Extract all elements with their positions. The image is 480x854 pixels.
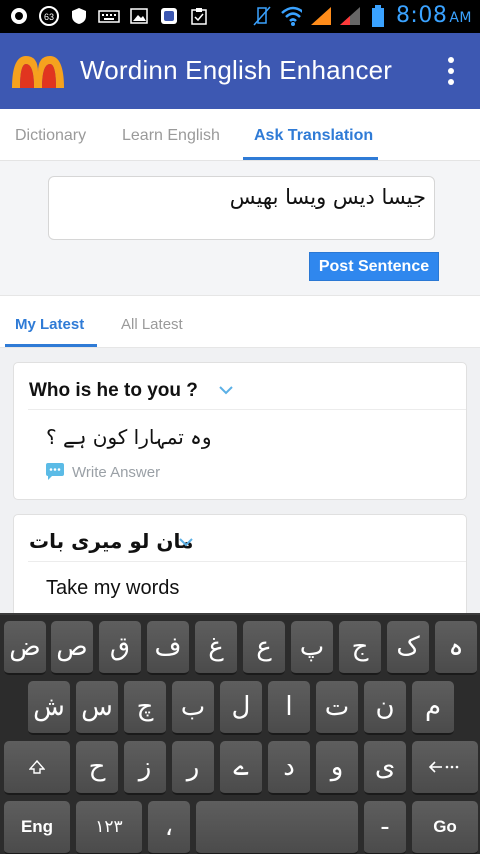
question-card[interactable]: مان لو میری بات Take my words xyxy=(13,514,467,613)
key[interactable]: ح xyxy=(76,741,118,795)
tab-all-latest[interactable]: All Latest xyxy=(121,316,183,333)
key[interactable]: ع xyxy=(243,621,285,675)
key[interactable]: ش xyxy=(28,681,70,735)
key[interactable]: ص xyxy=(51,621,93,675)
active-tab-indicator xyxy=(243,157,378,160)
key[interactable]: پ xyxy=(291,621,333,675)
main-tabs: Dictionary Learn English Ask Translation xyxy=(0,109,480,161)
key[interactable]: ت xyxy=(316,681,358,735)
dash-key[interactable]: - xyxy=(364,801,406,854)
post-sentence-button[interactable]: Post Sentence xyxy=(309,252,439,281)
card-divider xyxy=(28,409,466,410)
backspace-key[interactable] xyxy=(412,741,478,795)
battery-icon xyxy=(367,4,389,27)
status-bar: 63 8:08 AM xyxy=(0,0,480,33)
key[interactable]: ی xyxy=(364,741,406,795)
key[interactable]: ز xyxy=(124,741,166,795)
wifi-icon xyxy=(280,5,302,27)
notification-count-icon: 63 xyxy=(38,5,60,27)
go-key[interactable]: Go xyxy=(412,801,478,854)
notification-count: 63 xyxy=(44,12,54,22)
key[interactable]: ف xyxy=(147,621,189,675)
question-card[interactable]: Who is he to you ? وہ تمہارا کون ہے ؟ Wr… xyxy=(13,362,467,500)
tab-dictionary[interactable]: Dictionary xyxy=(15,127,86,145)
image-icon xyxy=(128,5,150,27)
clock: 8:08 AM xyxy=(396,3,472,28)
key[interactable]: غ xyxy=(195,621,237,675)
tab-my-latest[interactable]: My Latest xyxy=(15,316,84,333)
key[interactable]: ج xyxy=(339,621,381,675)
key[interactable]: ر xyxy=(172,741,214,795)
chevron-down-icon[interactable] xyxy=(219,385,233,395)
key[interactable]: د xyxy=(268,741,310,795)
write-answer-label: Write Answer xyxy=(72,463,161,481)
key[interactable]: ہ xyxy=(435,621,477,675)
backspace-icon xyxy=(428,761,459,773)
write-answer-button[interactable]: Write Answer xyxy=(44,463,160,481)
card-divider xyxy=(28,561,466,562)
question-title: Who is he to you ? xyxy=(29,380,198,401)
clock-time: 8:08 xyxy=(395,3,448,28)
opera-icon xyxy=(8,5,30,27)
keyboard-icon xyxy=(98,5,120,27)
app-logo-icon xyxy=(10,52,66,90)
question-title: مان لو میری بات xyxy=(29,529,194,553)
key[interactable]: ق xyxy=(99,621,141,675)
active-subtab-indicator xyxy=(5,344,97,347)
sentence-input[interactable]: جیسا دیس ویسا بھیس xyxy=(48,176,435,240)
app-title: Wordinn English Enhancer xyxy=(80,55,393,85)
vibrate-icon xyxy=(251,5,273,27)
key[interactable]: ب xyxy=(172,681,214,735)
clipboard-icon xyxy=(188,5,210,27)
numbers-key[interactable]: ۱۲۳ xyxy=(76,801,142,854)
tab-ask-translation[interactable]: Ask Translation xyxy=(254,127,373,145)
answer-text: Take my words xyxy=(46,577,180,599)
signal-icon-1 xyxy=(309,5,331,27)
urdu-keyboard: ض ص ق ف غ ع پ ج ک ہ ش س چ ب ل ا ت ن م ح … xyxy=(0,613,480,854)
clock-ampm: AM xyxy=(449,10,472,26)
shift-icon xyxy=(29,760,45,774)
signal-icon-2 xyxy=(338,5,360,27)
ask-translation-panel: جیسا دیس ویسا بھیس Post Sentence xyxy=(0,161,480,295)
chevron-down-icon[interactable] xyxy=(179,537,193,547)
key[interactable]: ن xyxy=(364,681,406,735)
tab-learn-english[interactable]: Learn English xyxy=(122,127,220,145)
comma-key[interactable]: ، xyxy=(148,801,190,854)
key[interactable]: س xyxy=(76,681,118,735)
english-switch-key[interactable]: Eng xyxy=(4,801,70,854)
key[interactable]: ل xyxy=(220,681,262,735)
shield-icon xyxy=(68,5,90,27)
app-bar: Wordinn English Enhancer xyxy=(0,33,480,109)
key[interactable]: چ xyxy=(124,681,166,735)
key[interactable]: ا xyxy=(268,681,310,735)
key[interactable]: ے xyxy=(220,741,262,795)
key[interactable]: ک xyxy=(387,621,429,675)
latest-tabs: My Latest All Latest xyxy=(0,295,480,348)
key[interactable]: ض xyxy=(4,621,46,675)
comment-icon xyxy=(46,463,64,480)
space-key[interactable] xyxy=(196,801,358,854)
key[interactable]: م xyxy=(412,681,454,735)
shift-key[interactable] xyxy=(4,741,70,795)
overflow-menu-icon[interactable] xyxy=(440,55,460,87)
key[interactable]: و xyxy=(316,741,358,795)
question-list: Who is he to you ? وہ تمہارا کون ہے ؟ Wr… xyxy=(0,348,480,613)
app-icon xyxy=(158,5,180,27)
answer-text: وہ تمہارا کون ہے ؟ xyxy=(46,425,212,449)
